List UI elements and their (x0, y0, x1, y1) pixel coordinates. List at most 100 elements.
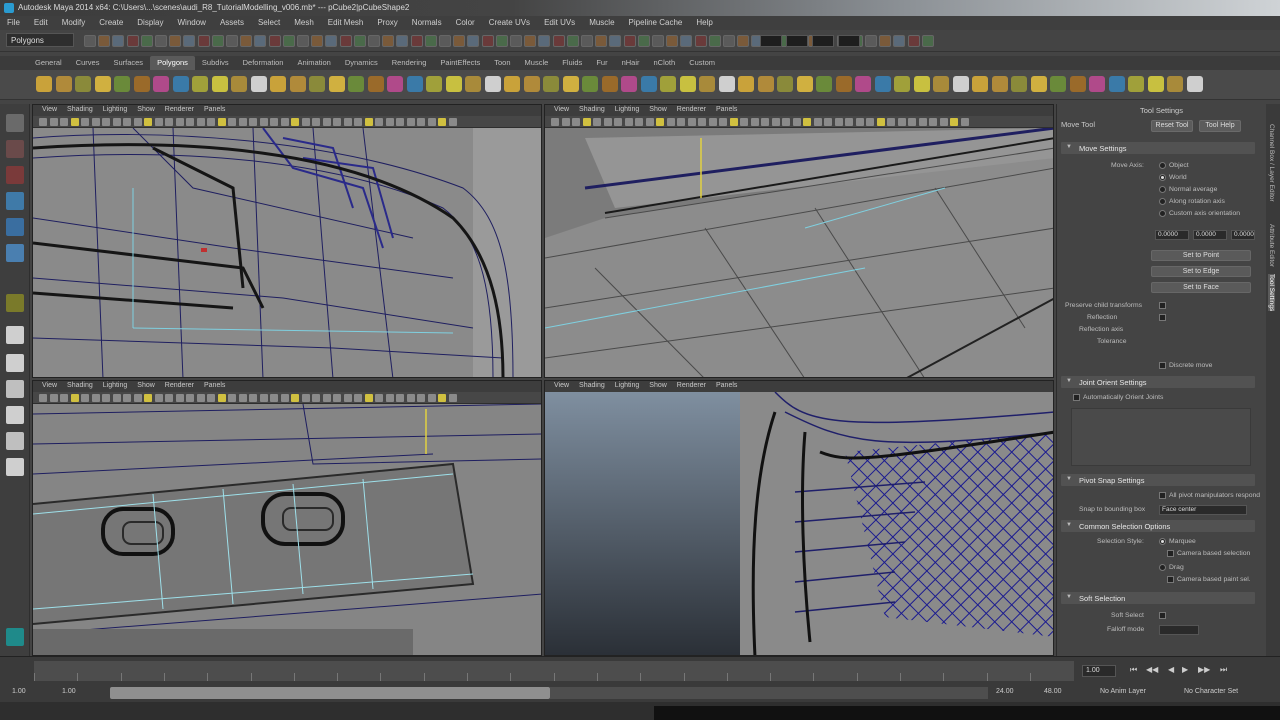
shelf-tab-ncloth[interactable]: nCloth (647, 56, 683, 70)
section-soft-selection[interactable]: Soft Selection (1061, 592, 1255, 604)
panel-toolbar-icon[interactable] (375, 394, 383, 402)
axis-y-field[interactable]: 0.0000 (1193, 230, 1227, 240)
panel-toolbar-icon[interactable] (719, 118, 727, 126)
character-set-label[interactable]: No Character Set (1184, 688, 1238, 695)
panel-toolbar-icon[interactable] (729, 118, 738, 126)
shelf-tool-icon[interactable] (1147, 76, 1164, 92)
panel-toolbar-icon[interactable] (740, 118, 748, 126)
menu-create-uvs[interactable]: Create UVs (482, 16, 537, 30)
shelf-tool-icon[interactable] (991, 76, 1008, 92)
falloff-mode-dropdown[interactable] (1159, 625, 1199, 635)
panel-toolbar-icon[interactable] (70, 394, 79, 402)
pivot-manip-checkbox[interactable] (1159, 492, 1166, 499)
go-to-end-icon[interactable]: ⏭ (1220, 665, 1227, 675)
rotate-tool-icon[interactable] (6, 218, 24, 236)
panel-menu-renderer[interactable]: Renderer (672, 381, 711, 392)
status-line-icon[interactable] (254, 35, 267, 47)
panel-menu-shading[interactable]: Shading (574, 105, 610, 116)
panel-toolbar-icon[interactable] (582, 118, 591, 126)
shelf-tool-icon[interactable] (796, 76, 813, 92)
panel-toolbar-icon[interactable] (908, 118, 916, 126)
status-line-icon[interactable] (424, 35, 437, 47)
status-line-icon[interactable] (98, 35, 111, 47)
shelf-tool-icon[interactable] (601, 76, 618, 92)
shelf-tool-icon[interactable] (75, 76, 91, 92)
panel-menu-show[interactable]: Show (132, 105, 160, 116)
time-slider-track[interactable] (34, 661, 1074, 681)
status-line-icon[interactable] (126, 35, 139, 47)
section-common-selection[interactable]: Common Selection Options (1061, 520, 1255, 532)
panel-toolbar-icon[interactable] (603, 118, 612, 126)
panel-toolbar-icon[interactable] (280, 394, 289, 402)
shelf-tab-curves[interactable]: Curves (69, 56, 107, 70)
status-line-icon[interactable] (609, 35, 622, 47)
panel-toolbar-icon[interactable] (687, 118, 696, 126)
shelf-tool-icon[interactable] (250, 76, 267, 92)
panel-toolbar-icon[interactable] (417, 394, 425, 402)
auto-orient-checkbox[interactable] (1073, 394, 1080, 401)
shelf-tool-icon[interactable] (133, 76, 150, 92)
shelf-tab-custom[interactable]: Custom (682, 56, 722, 70)
shelf-tool-icon[interactable] (718, 76, 735, 92)
set-to-edge-button[interactable]: Set to Edge (1151, 266, 1251, 277)
anim-layer-label[interactable]: No Anim Layer (1100, 688, 1146, 695)
panel-toolbar-icon[interactable] (406, 394, 415, 402)
scene-outliner-icon[interactable] (6, 628, 24, 646)
panel-toolbar-icon[interactable] (144, 118, 152, 126)
shelf-tool-icon[interactable] (621, 76, 637, 92)
panel-toolbar-icon[interactable] (81, 118, 89, 126)
shelf-tab-painteffects[interactable]: PaintEffects (433, 56, 487, 70)
shelf-tool-icon[interactable] (660, 76, 676, 92)
reset-tool-button[interactable]: Reset Tool (1151, 120, 1193, 132)
shelf-tab-deformation[interactable]: Deformation (236, 56, 291, 70)
status-line-icon[interactable] (368, 35, 380, 47)
panel-toolbar-icon[interactable] (803, 118, 811, 126)
axis-radio-normal[interactable] (1159, 186, 1166, 193)
shelf-tool-icon[interactable] (523, 76, 540, 92)
panel-toolbar-icon[interactable] (301, 118, 310, 126)
panel-toolbar-icon[interactable] (154, 118, 163, 126)
shelf-tab-dynamics[interactable]: Dynamics (338, 56, 385, 70)
panel-menu-lighting[interactable]: Lighting (98, 381, 133, 392)
menu-edit-uvs[interactable]: Edit UVs (537, 16, 582, 30)
panel-toolbar-icon[interactable] (123, 118, 131, 126)
menu-proxy[interactable]: Proxy (370, 16, 404, 30)
style-radio-marquee[interactable] (1159, 538, 1166, 545)
panel-toolbar-icon[interactable] (876, 118, 885, 126)
axis-radio-rotation[interactable] (1159, 198, 1166, 205)
layout-four-icon[interactable] (6, 354, 24, 372)
panel-toolbar-icon[interactable] (186, 118, 194, 126)
paint-select-tool-icon[interactable] (6, 166, 24, 184)
panel-toolbar-icon[interactable] (133, 394, 142, 402)
panel-toolbar-icon[interactable] (396, 394, 404, 402)
status-line-icon[interactable] (623, 35, 636, 47)
select-tool-icon[interactable] (6, 114, 24, 132)
panel-toolbar-icon[interactable] (322, 118, 331, 126)
panel-menu-panels[interactable]: Panels (199, 105, 230, 116)
panel-toolbar-icon[interactable] (698, 118, 706, 126)
panel-toolbar-icon[interactable] (782, 118, 790, 126)
layout-persp-outliner-icon[interactable] (6, 406, 24, 424)
panel-toolbar-icon[interactable] (354, 394, 362, 402)
panel-toolbar-icon[interactable] (123, 394, 131, 402)
panel-toolbar-icon[interactable] (270, 394, 278, 402)
status-line-icon[interactable] (467, 35, 480, 47)
viewport-bottom-right[interactable]: View Shading Lighting Show Renderer Pane… (544, 380, 1054, 656)
status-line-icon[interactable] (879, 35, 892, 47)
shelf-tool-icon[interactable] (484, 76, 501, 92)
shelf-tab-surfaces[interactable]: Surfaces (106, 56, 150, 70)
panel-menu-shading[interactable]: Shading (62, 105, 98, 116)
range-slider-bar[interactable] (110, 687, 550, 699)
panel-menu-panels[interactable]: Panels (711, 381, 742, 392)
shelf-tool-icon[interactable] (367, 76, 384, 92)
shelf-tool-icon[interactable] (933, 76, 949, 92)
play-backward-icon[interactable]: ◀ (1168, 665, 1174, 674)
panel-toolbar-icon[interactable] (635, 118, 643, 126)
status-line-icon[interactable] (84, 35, 96, 47)
axis-z-field[interactable]: 0.0000 (1231, 230, 1255, 240)
shelf-tool-icon[interactable] (913, 76, 930, 92)
status-line-icon[interactable] (268, 35, 281, 47)
status-line-icon[interactable] (495, 35, 508, 47)
panel-menu-view[interactable]: View (37, 381, 62, 392)
status-line-icon[interactable] (155, 35, 167, 47)
